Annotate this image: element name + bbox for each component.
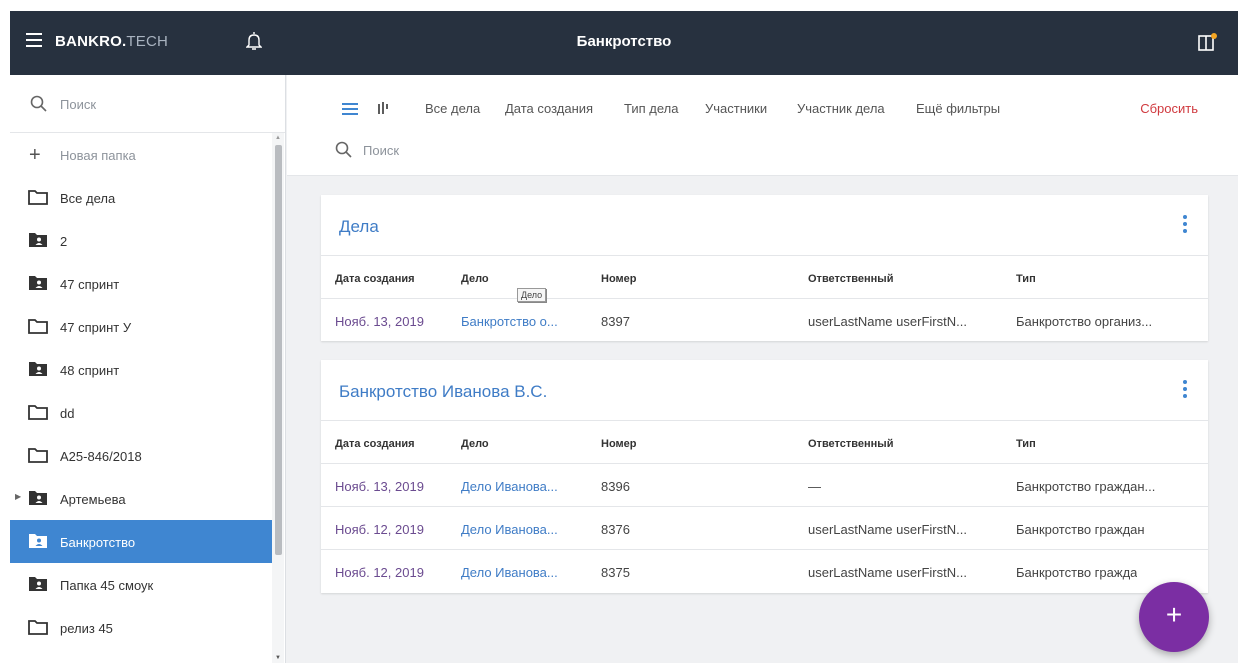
filter-all-cases[interactable]: Все дела: [425, 101, 480, 116]
table-row[interactable]: Нояб. 12, 2019 Дело Иванова... 8375 user…: [321, 549, 1208, 592]
sidebar-item-folder-45-smoke[interactable]: Папка 45 смоук: [10, 563, 272, 606]
list-view-icon[interactable]: [342, 103, 358, 115]
sidebar-item-2[interactable]: 2: [10, 219, 272, 262]
search-icon: [335, 141, 352, 158]
shared-folder-icon: [29, 534, 47, 548]
folder-outline-icon: [28, 620, 48, 635]
col-case[interactable]: Дело: [461, 273, 489, 285]
scroll-up-icon[interactable]: ▲: [275, 135, 281, 141]
filter-participants[interactable]: Участники: [705, 101, 767, 116]
panel-toggle-icon[interactable]: [1198, 33, 1218, 51]
sidebar-item-47-sprint-u[interactable]: 47 спринт У: [10, 305, 272, 348]
table-row[interactable]: Нояб. 12, 2019 Дело Иванова... 8376 user…: [321, 506, 1208, 549]
table-row[interactable]: Нояб. 13, 2019 Дело Иванова... 8396 — Ба…: [321, 463, 1208, 506]
tooltip: Дело: [517, 288, 547, 302]
filter-search-input[interactable]: Поиск: [335, 141, 399, 164]
table-header: Дата создания Дело Номер Ответственный Т…: [321, 255, 1208, 299]
col-number[interactable]: Номер: [601, 273, 637, 285]
folder-outline-icon: [28, 319, 48, 334]
app-window: BANKRO.TECH Банкротство Поиск + Новая па…: [10, 11, 1238, 663]
col-type[interactable]: Тип: [1016, 438, 1036, 450]
sidebar: Поиск + Новая папка Все дела 2 47 спринт…: [10, 75, 286, 663]
page-title: Банкротство: [576, 33, 672, 50]
sidebar-search-placeholder: Поиск: [60, 97, 97, 112]
col-responsible[interactable]: Ответственный: [808, 438, 893, 450]
sidebar-item-48-sprint[interactable]: 48 спринт: [10, 348, 272, 391]
top-bar: BANKRO.TECH Банкротство: [10, 11, 1238, 75]
shared-folder-icon: [29, 491, 47, 505]
filter-case-participant[interactable]: Участник дела: [797, 101, 885, 116]
sidebar-item-a25[interactable]: А25-846/2018: [10, 434, 272, 477]
scroll-down-icon[interactable]: ▼: [275, 655, 281, 661]
col-number[interactable]: Номер: [601, 438, 637, 450]
sidebar-item-release-45[interactable]: релиз 45: [10, 606, 272, 649]
table-header: Дата создания Дело Номер Ответственный Т…: [321, 420, 1208, 464]
sidebar-scrollbar[interactable]: ▲ ▼: [272, 133, 284, 663]
ivanov-card: Банкротство Иванова В.С. Дата создания Д…: [321, 360, 1208, 593]
filter-bar: Все дела Дата создания Тип дела Участник…: [287, 75, 1238, 176]
more-vert-icon[interactable]: [1182, 215, 1188, 235]
col-date[interactable]: Дата создания: [335, 273, 415, 285]
col-responsible[interactable]: Ответственный: [808, 273, 893, 285]
add-fab-button[interactable]: +: [1139, 582, 1209, 652]
sidebar-item-dd[interactable]: dd: [10, 391, 272, 434]
shared-folder-icon: [29, 362, 47, 376]
reset-button[interactable]: Сбросить: [1140, 101, 1198, 116]
columns-view-icon[interactable]: [376, 101, 390, 115]
col-case[interactable]: Дело: [461, 438, 489, 450]
shared-folder-icon: [29, 276, 47, 290]
sidebar-search[interactable]: Поиск: [10, 75, 285, 133]
shared-folder-icon: [29, 233, 47, 247]
menu-icon[interactable]: [26, 33, 42, 47]
table-row[interactable]: Нояб. 13, 2019 Банкротство о... 8397 use…: [321, 298, 1208, 341]
new-folder-button[interactable]: + Новая папка: [10, 133, 272, 176]
sidebar-item-artemeva[interactable]: ▶ Артемьева: [10, 477, 272, 520]
folder-outline-icon: [28, 405, 48, 420]
card-title[interactable]: Банкротство Иванова В.С.: [339, 382, 547, 402]
more-vert-icon[interactable]: [1182, 380, 1188, 400]
plus-icon: +: [29, 144, 41, 166]
filter-more[interactable]: Ещё фильтры: [916, 101, 1000, 116]
folder-list: + Новая папка Все дела 2 47 спринт 47 сп…: [10, 133, 272, 649]
search-icon: [30, 95, 47, 112]
cases-card: Дела Дата создания Дело Номер Ответствен…: [321, 195, 1208, 341]
bell-icon[interactable]: [245, 31, 263, 51]
sidebar-item-bankruptcy[interactable]: Банкротство: [10, 520, 272, 563]
card-title[interactable]: Дела: [339, 217, 379, 237]
filter-creation-date[interactable]: Дата создания: [505, 101, 593, 116]
folder-outline-icon: [28, 190, 48, 205]
shared-folder-icon: [29, 577, 47, 591]
brand-logo[interactable]: BANKRO.TECH: [55, 33, 168, 50]
folder-outline-icon: [28, 448, 48, 463]
sidebar-item-47-sprint[interactable]: 47 спринт: [10, 262, 272, 305]
sidebar-item-all-cases[interactable]: Все дела: [10, 176, 272, 219]
scrollbar-thumb[interactable]: [275, 145, 282, 555]
plus-icon: +: [1165, 599, 1183, 630]
filter-case-type[interactable]: Тип дела: [624, 101, 678, 116]
expand-caret-icon[interactable]: ▶: [15, 492, 21, 501]
col-date[interactable]: Дата создания: [335, 438, 415, 450]
col-type[interactable]: Тип: [1016, 273, 1036, 285]
